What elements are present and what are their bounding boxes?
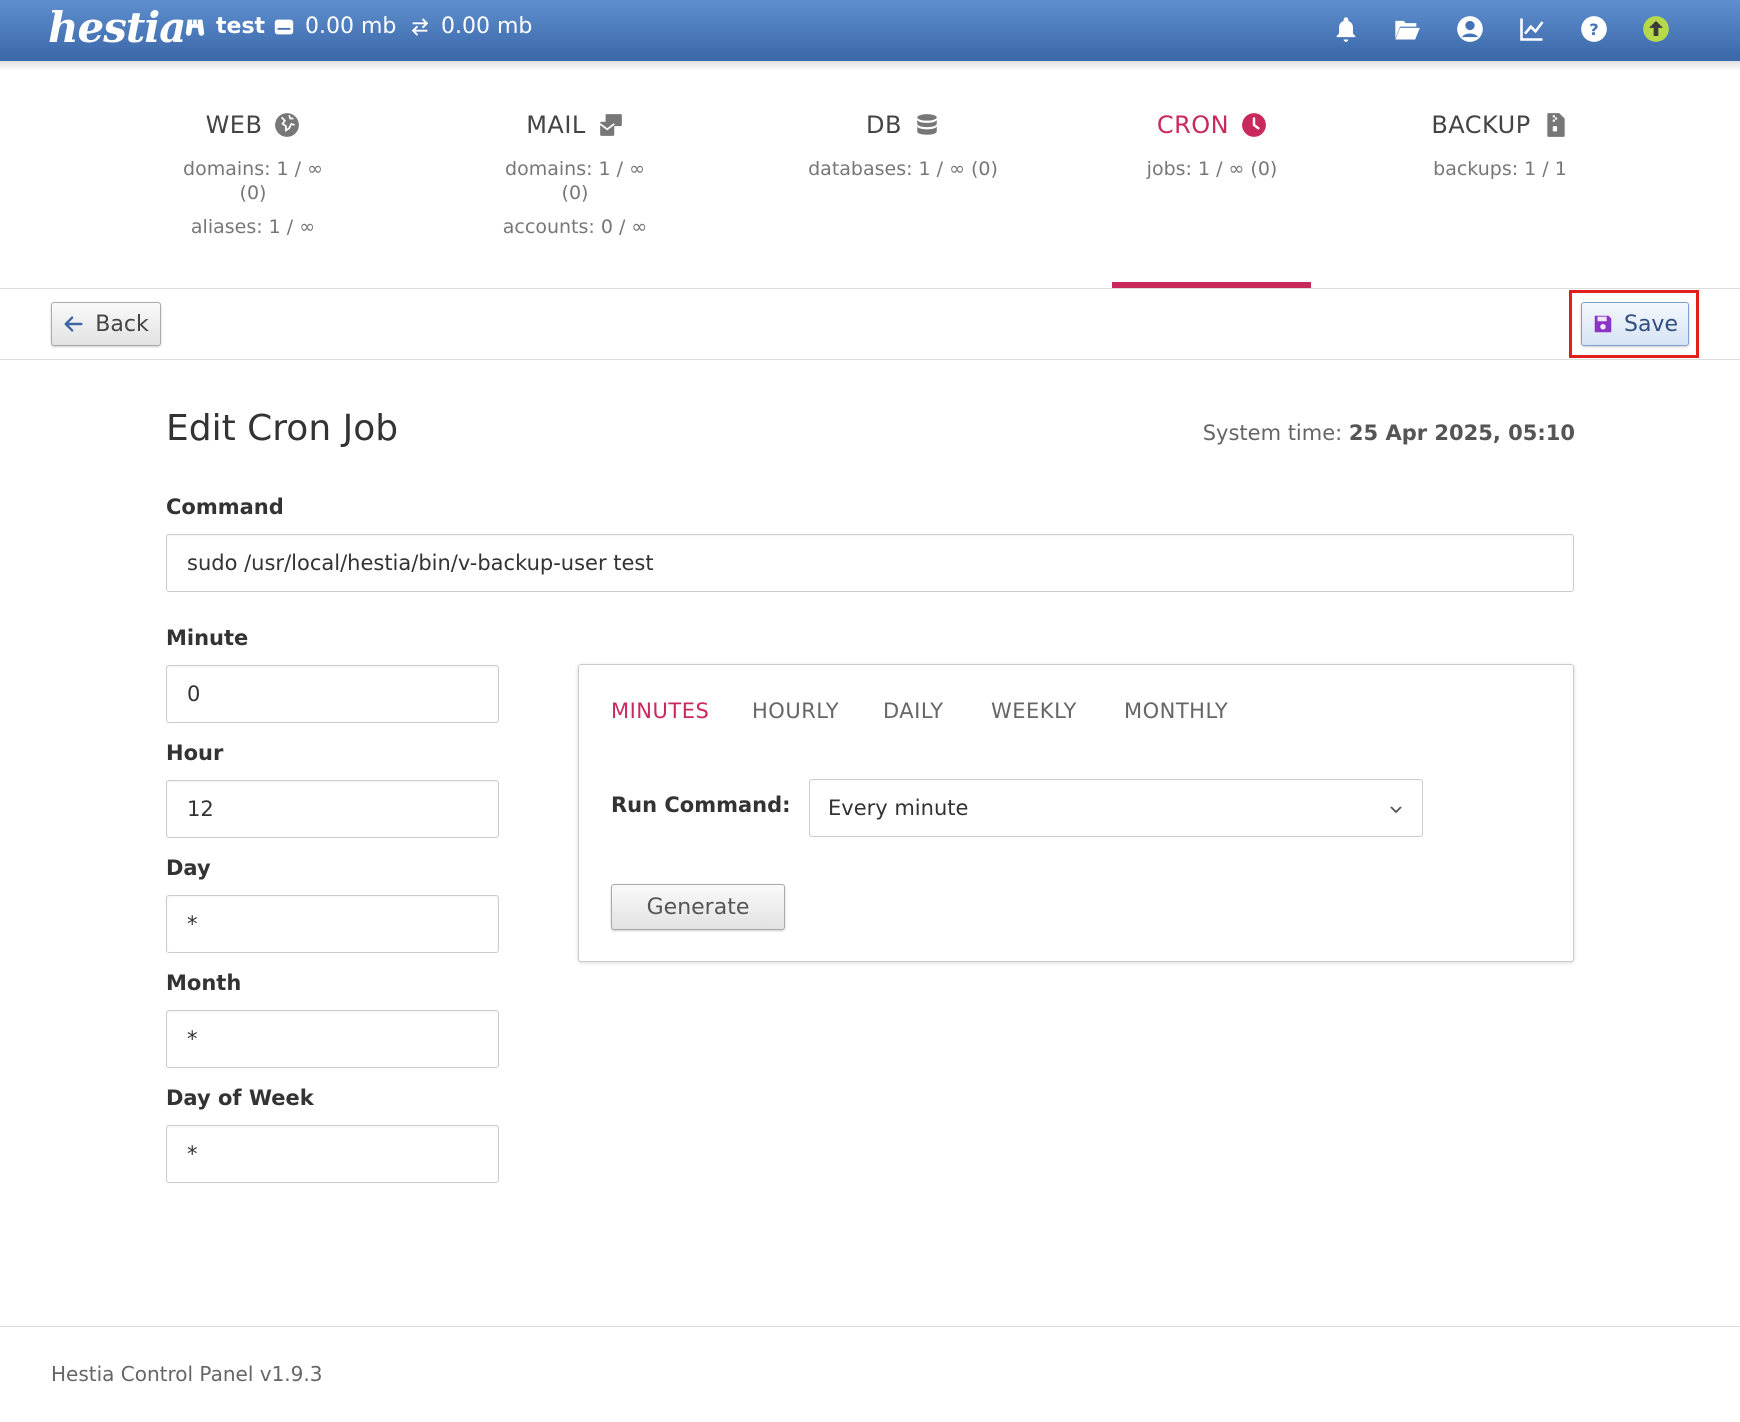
backup-backups-stat: backups: 1 / 1: [1433, 158, 1567, 180]
arrow-left-icon: [64, 316, 83, 332]
username: test: [216, 14, 266, 39]
web-aliases-stat: aliases: 1 / ∞: [190, 216, 316, 238]
bandwidth-stat: 0.00 mb: [409, 14, 532, 39]
hour-label: Hour: [166, 741, 224, 765]
web-domains-stat: domains: 1 / ∞ (0): [183, 158, 323, 204]
tab-cron[interactable]: CRON jobs: 1 / ∞ (0): [1132, 105, 1292, 181]
folder-open-icon: [1395, 20, 1420, 40]
day-of-week-label: Day of Week: [166, 1086, 314, 1110]
file-archive-icon: [1547, 113, 1565, 137]
help-icon: ?: [1581, 16, 1607, 42]
cron-jobs-stat: jobs: 1 / ∞ (0): [1146, 158, 1278, 180]
user-circle-icon: [1457, 16, 1483, 42]
tab-cron-label: CRON: [1156, 111, 1230, 139]
tab-web[interactable]: WEB domains: 1 / ∞ (0) aliases: 1 / ∞: [168, 105, 338, 239]
system-time: System time: 25 Apr 2025, 05:10: [1203, 421, 1575, 445]
top-bar: hestia test 0.00 mb 0.00 mb ?: [0, 0, 1740, 61]
system-time-value: 25 Apr 2025, 05:10: [1348, 421, 1575, 445]
run-command-label: Run Command:: [611, 793, 791, 817]
update-icon: [1643, 16, 1669, 42]
footer-version: Hestia Control Panel v1.9.3: [51, 1362, 323, 1386]
system-time-label: System time:: [1202, 421, 1343, 445]
user-stat[interactable]: test: [184, 14, 265, 39]
top-bar-shadow: [0, 61, 1740, 71]
gen-tab-daily[interactable]: DAILY: [883, 699, 944, 723]
update-button[interactable]: [1641, 14, 1671, 44]
generate-button-label: Generate: [646, 894, 750, 920]
chart-line-icon: [1520, 18, 1544, 41]
command-input[interactable]: sudo /usr/local/hestia/bin/v-backup-user…: [166, 534, 1574, 592]
tab-mail-label: MAIL: [526, 111, 586, 139]
disk-stat: 0.00 mb: [273, 14, 396, 39]
gen-tab-minutes[interactable]: MINUTES: [611, 699, 709, 723]
run-command-select[interactable]: Every minute: [809, 779, 1423, 837]
page-title: Edit Cron Job: [166, 408, 399, 449]
hour-input[interactable]: 12: [166, 780, 499, 838]
chevron-down-icon: [1390, 806, 1402, 814]
tab-db[interactable]: DB databases: 1 / ∞ (0): [808, 105, 998, 181]
statistics-button[interactable]: [1517, 14, 1547, 44]
tab-backup[interactable]: BACKUP backups: 1 / 1: [1420, 105, 1580, 181]
back-button[interactable]: Back: [51, 302, 161, 346]
day-label: Day: [166, 856, 211, 880]
tab-web-label: WEB: [205, 111, 263, 139]
month-label: Month: [166, 971, 242, 995]
save-button-highlight: [1569, 290, 1699, 358]
minute-input[interactable]: 0: [166, 665, 499, 723]
gen-tab-monthly[interactable]: MONTHLY: [1124, 699, 1228, 723]
help-button[interactable]: ?: [1579, 14, 1609, 44]
toolbar-divider: [0, 359, 1740, 360]
footer-divider: [0, 1326, 1740, 1327]
tab-mail[interactable]: MAIL domains: 1 / ∞ (0) accounts: 0 / ∞: [490, 105, 660, 239]
binoculars-icon: [185, 19, 205, 36]
generate-button[interactable]: Generate: [611, 884, 785, 930]
svg-text:?: ?: [1589, 20, 1598, 39]
globe-icon: [275, 113, 300, 137]
gen-tab-hourly[interactable]: HOURLY: [752, 699, 839, 723]
mail-domains-stat: domains: 1 / ∞ (0): [505, 158, 645, 204]
clock-icon: [1242, 113, 1267, 137]
back-button-label: Back: [95, 311, 149, 337]
notifications-button[interactable]: [1331, 14, 1361, 44]
user-account-button[interactable]: [1455, 14, 1485, 44]
cron-generator-panel: MINUTES HOURLY DAILY WEEKLY MONTHLY Run …: [578, 664, 1574, 962]
day-of-week-input[interactable]: *: [166, 1125, 499, 1183]
day-input[interactable]: *: [166, 895, 499, 953]
hdd-icon: [274, 19, 294, 34]
file-manager-button[interactable]: [1392, 14, 1422, 44]
month-input[interactable]: *: [166, 1010, 499, 1068]
mail-bulk-icon: [599, 114, 622, 136]
nav-divider: [0, 288, 1740, 289]
minute-label: Minute: [166, 626, 249, 650]
mail-accounts-stat: accounts: 0 / ∞: [502, 216, 648, 238]
run-command-value: Every minute: [828, 796, 969, 820]
bandwidth-usage: 0.00 mb: [441, 14, 533, 39]
gen-tab-weekly[interactable]: WEEKLY: [991, 699, 1077, 723]
tab-db-label: DB: [866, 111, 902, 139]
db-databases-stat: databases: 1 / ∞ (0): [808, 158, 998, 180]
hestia-logo[interactable]: hestia: [48, 3, 186, 52]
transfer-icon: [411, 17, 429, 36]
bell-icon: [1336, 17, 1356, 42]
disk-usage: 0.00 mb: [305, 14, 397, 39]
tab-backup-label: BACKUP: [1431, 111, 1531, 139]
database-icon: [917, 114, 937, 135]
command-label: Command: [166, 495, 284, 519]
